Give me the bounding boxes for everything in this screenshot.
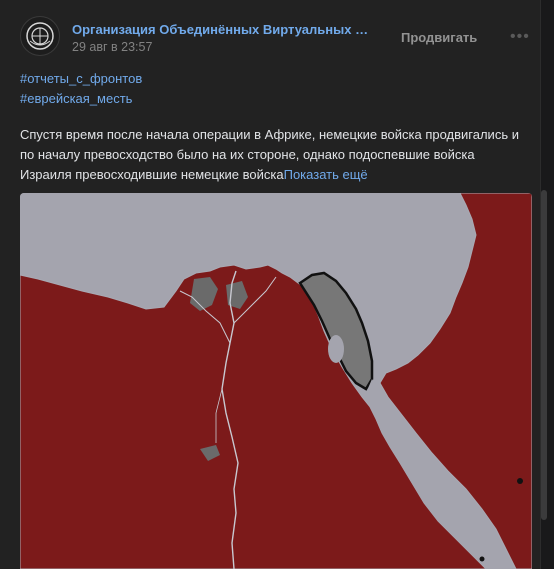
author-name-link[interactable]: Организация Объединённых Виртуальных Гос… (72, 22, 372, 37)
page-scrollbar[interactable] (541, 190, 547, 520)
hashtags: #отчеты_с_фронтов #еврейская_месть (20, 69, 142, 109)
show-more-link[interactable]: Показать ещё (284, 167, 368, 182)
post-text-line-last: Израиля превосходившие немецкие войскаПо… (20, 165, 530, 185)
post-image-map[interactable] (20, 193, 532, 569)
post-text-fragment: Израиля превосходившие немецкие войска (20, 167, 284, 182)
avatar[interactable] (20, 16, 60, 56)
more-dots-icon[interactable]: ••• (510, 28, 530, 46)
post-card: Организация Объединённых Виртуальных Гос… (0, 0, 541, 569)
promote-button[interactable]: Продвигать (401, 30, 477, 45)
post-text-line: Спустя время после начала операции в Афр… (20, 127, 519, 142)
island-marker (479, 556, 485, 562)
map-graphic (20, 193, 532, 569)
sinai-lake (328, 335, 344, 363)
post-header: Организация Объединённых Виртуальных Гос… (20, 14, 530, 60)
post-text: Спустя время после начала операции в Афр… (20, 125, 530, 185)
island-marker (517, 478, 523, 484)
post-date[interactable]: 29 авг в 23:57 (72, 40, 152, 54)
post-text-line: по началу превосходство было на их сторо… (20, 147, 475, 162)
hashtag-link[interactable]: #еврейская_месть (20, 89, 142, 109)
hashtag-link[interactable]: #отчеты_с_фронтов (20, 69, 142, 89)
organization-emblem-icon (26, 22, 54, 50)
